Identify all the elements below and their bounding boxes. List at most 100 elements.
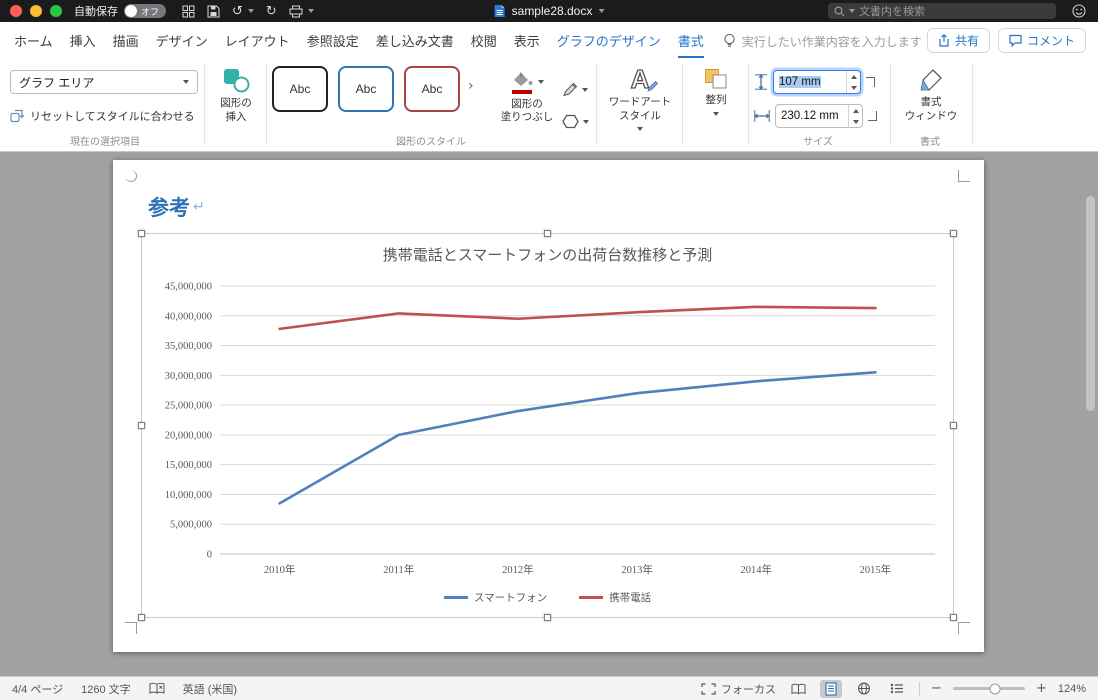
heading-text: 参考 [148, 197, 190, 220]
zoom-out-button[interactable]: − [931, 681, 942, 696]
format-brush-icon [920, 69, 942, 91]
title-chevron-icon[interactable] [598, 9, 605, 13]
arrange-icon [705, 69, 727, 89]
web-layout-icon[interactable] [853, 680, 875, 698]
shape-fill-button[interactable]: 図形の 塗りつぶし [496, 70, 558, 125]
selection-handle[interactable] [950, 614, 957, 621]
print-button[interactable] [289, 5, 314, 18]
y-axis-tick-label: 45,000,000 [165, 282, 212, 293]
shape-style-thumb[interactable]: Abc [338, 66, 394, 112]
arrange-chevron-icon [713, 111, 719, 116]
page-indicator[interactable]: 4/4 ページ [12, 681, 63, 697]
redo-icon[interactable]: ↻ [266, 5, 277, 18]
format-pane-label-line2: ウィンドウ [904, 109, 958, 122]
legend-item[interactable]: スマートフォン [443, 590, 547, 605]
document-heading[interactable]: 参考 ↵ [148, 192, 205, 222]
shape-fill-chevron-icon[interactable] [538, 79, 544, 84]
selection-handle[interactable] [950, 230, 957, 237]
undo-chevron-icon[interactable] [247, 9, 254, 13]
print-chevron-icon[interactable] [307, 9, 314, 13]
height-increase-button[interactable] [847, 71, 860, 82]
chart-plot: 携帯電話とスマートフォンの出荷台数推移と予測 0 5,000,000 10,000,0… [165, 247, 935, 576]
feedback-smiley-icon[interactable] [1072, 4, 1086, 18]
spellcheck-icon[interactable] [149, 682, 165, 695]
shape-style-thumb[interactable]: Abc [272, 66, 328, 112]
format-pane-button[interactable]: 書式 ウィンドウ [896, 68, 966, 123]
grid-icon[interactable] [182, 5, 195, 18]
document-title-area[interactable]: sample28.docx [494, 4, 605, 18]
ribbon-tab[interactable]: 参照設定 [307, 22, 359, 58]
series-line[interactable] [278, 305, 877, 331]
outline-view-icon[interactable] [886, 680, 908, 698]
chart-title[interactable]: 携帯電話とスマートフォンの出荷台数推移と予測 [383, 247, 713, 264]
word-count[interactable]: 1260 文字 [81, 681, 131, 697]
selection-handle[interactable] [543, 614, 551, 621]
share-button[interactable]: 共有 [926, 27, 990, 53]
selection-handle[interactable] [138, 230, 145, 237]
width-bracket-icon [868, 111, 877, 121]
chart-element-selector[interactable]: グラフ エリア [10, 70, 198, 94]
wordart-styles-button[interactable]: A ワードアート スタイル [602, 65, 678, 132]
legend-item[interactable]: 携帯電話 [579, 590, 651, 605]
zoom-slider[interactable] [952, 683, 1025, 694]
arrange-button[interactable]: 整列 [688, 68, 744, 116]
comments-button[interactable]: コメント [997, 27, 1086, 53]
ribbon-tab[interactable]: デザイン [156, 22, 208, 58]
series-line[interactable] [278, 371, 877, 505]
tell-me-box[interactable]: 実行したい作業内容を入力します [723, 22, 922, 58]
minimize-window-button[interactable] [30, 5, 42, 17]
selection-handle[interactable] [543, 230, 551, 237]
shape-width-input[interactable]: 230.12 mm [775, 104, 863, 128]
selection-handle[interactable] [138, 614, 145, 621]
shape-outline-button[interactable] [562, 82, 588, 97]
shape-effects-button[interactable] [562, 114, 589, 129]
ribbon-tab[interactable]: ホーム [14, 22, 53, 58]
zoom-slider-knob[interactable] [989, 683, 1001, 694]
paragraph-mark-icon: ↵ [193, 199, 205, 215]
fill-color-swatch [512, 90, 532, 94]
selection-handle[interactable] [950, 421, 957, 429]
chart-object[interactable]: 携帯電話とスマートフォンの出荷台数推移と予測 0 5,000,000 10,000,0… [138, 230, 957, 621]
height-decrease-button[interactable] [847, 82, 860, 93]
ribbon-tab[interactable]: 挿入 [70, 22, 96, 58]
width-decrease-button[interactable] [849, 116, 862, 127]
selection-handle[interactable] [138, 421, 145, 429]
status-bar: 4/4 ページ 1260 文字 英語 (米国) フォーカス − + 124% [0, 676, 1098, 700]
zoom-level[interactable]: 124% [1058, 683, 1086, 695]
quick-access-toolbar: ↺ ↻ [182, 5, 314, 18]
zoom-in-button[interactable]: + [1036, 681, 1047, 696]
fullscreen-window-button[interactable] [50, 5, 62, 17]
reading-view-icon[interactable] [787, 680, 809, 698]
x-axis-tick-label: 2010年 [264, 563, 296, 576]
ribbon-tab[interactable]: 表示 [514, 22, 540, 58]
search-input[interactable]: 文書内を検索 [828, 3, 1056, 19]
shape-style-thumb[interactable]: Abc [404, 66, 460, 112]
legend-label: 携帯電話 [609, 593, 652, 604]
gallery-more-icon[interactable]: › [468, 78, 474, 94]
language-indicator[interactable]: 英語 (米国) [183, 681, 237, 697]
ribbon-tab[interactable]: レイアウト [225, 22, 290, 58]
group-label-current-selection: 現在の選択項目 [70, 137, 140, 148]
ribbon-tab[interactable]: 書式 [677, 22, 704, 58]
close-window-button[interactable] [10, 5, 22, 17]
reset-to-match-style-button[interactable]: リセットしてスタイルに合わせる [10, 108, 195, 124]
ribbon-tab[interactable]: 校閲 [471, 22, 497, 58]
shape-width-value: 230.12 mm [781, 110, 839, 122]
print-layout-icon[interactable] [820, 679, 843, 698]
shape-height-input[interactable]: 107 mm [773, 70, 861, 94]
ribbon-tab[interactable]: 差し込み文書 [376, 22, 454, 58]
autosave-toggle[interactable]: オフ [124, 4, 166, 18]
group-separator [748, 64, 749, 144]
comment-icon [1009, 34, 1022, 47]
focus-mode-button[interactable]: フォーカス [701, 681, 776, 697]
insert-shape-button[interactable]: 図形の 挿入 [206, 68, 266, 124]
vertical-scrollbar[interactable] [1086, 196, 1095, 411]
width-increase-button[interactable] [849, 105, 862, 116]
document-page[interactable]: 参考 ↵ 携帯電話とスマートフォンの出荷台数推移と予測 0 5,000,000 10,… [113, 160, 984, 652]
undo-button[interactable]: ↺ [232, 5, 254, 18]
y-axis-tick-label: 30,000,000 [165, 371, 212, 382]
ribbon-tab[interactable]: グラフのデザイン [557, 22, 661, 58]
save-icon[interactable] [207, 5, 220, 18]
comments-label: コメント [1026, 33, 1075, 48]
ribbon-tab[interactable]: 描画 [113, 22, 139, 58]
